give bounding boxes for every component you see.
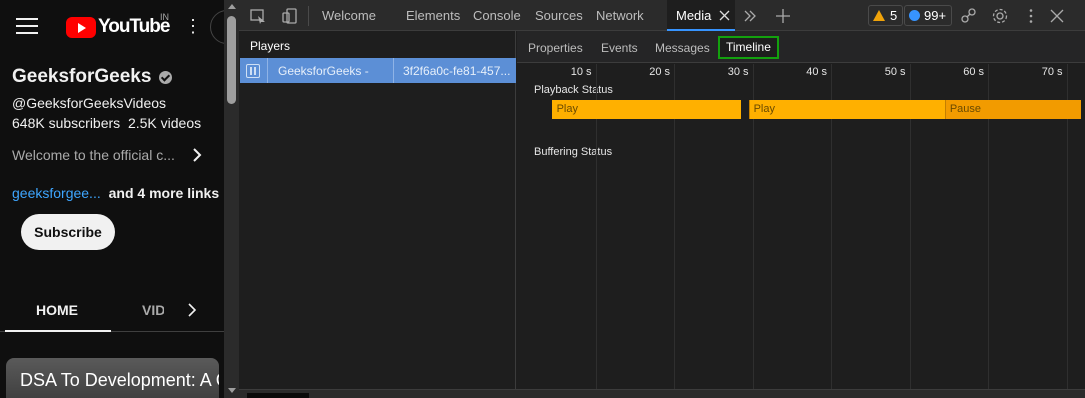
youtube-topbar: YouTube IN ⋮: [0, 0, 224, 54]
tab-network[interactable]: Network: [596, 0, 644, 31]
warning-icon: [873, 10, 885, 21]
segment-divider: [944, 100, 946, 119]
chevron-right-icon[interactable]: [186, 302, 198, 318]
messages-badge[interactable]: 99+: [904, 5, 953, 26]
row-label-buffering: Buffering Status: [534, 146, 613, 158]
active-tab-indicator: [5, 330, 111, 332]
subscribe-button[interactable]: Subscribe: [21, 214, 115, 250]
player-row[interactable]: GeeksforGeeks - 3f2f6a0c-fe81-457...: [240, 58, 516, 83]
verified-icon: [159, 70, 173, 84]
timeline-tick-label: 40 s: [806, 66, 827, 78]
column-separator: [267, 58, 268, 83]
playback-segment-play[interactable]: Play: [748, 100, 945, 119]
region-code: IN: [160, 12, 169, 22]
segment-divider: [748, 100, 750, 119]
more-options-icon[interactable]: [1022, 7, 1040, 25]
youtube-logo-text: YouTube: [98, 16, 170, 37]
gear-icon[interactable]: [991, 7, 1009, 25]
tab-videos[interactable]: VIDEOS: [142, 302, 164, 318]
scrollbar-thumb[interactable]: [247, 393, 309, 398]
video-card-title: DSA To Development: A C: [20, 370, 219, 390]
channel-name: GeeksforGeeks: [12, 66, 173, 88]
timeline-tick-label: 20 s: [649, 66, 670, 78]
warnings-badge[interactable]: 5: [868, 5, 904, 26]
channel-link[interactable]: geeksforgee...: [12, 185, 101, 201]
scroll-up-icon[interactable]: [228, 4, 236, 9]
inspect-element-icon[interactable]: [249, 7, 267, 25]
youtube-logo[interactable]: YouTube: [66, 14, 170, 40]
add-tab-icon[interactable]: [774, 7, 792, 25]
channel-name-text: GeeksforGeeks: [12, 66, 152, 87]
channel-description[interactable]: Welcome to the official c...: [12, 147, 180, 163]
channel-stats: 648K subscribers 2.5K videos: [12, 115, 201, 131]
video-card[interactable]: DSA To Development: A C: [6, 358, 219, 398]
players-panel: Players GeeksforGeeks - 3f2f6a0c-fe81-45…: [239, 31, 516, 398]
devtools-pane: Welcome Elements Console Sources Network…: [239, 0, 1085, 398]
player-id: 3f2f6a0c-fe81-457...: [403, 64, 511, 78]
tab-sources[interactable]: Sources: [535, 0, 583, 31]
timeline: Playback Status Buffering Status 10 s 20 …: [517, 64, 1085, 398]
separator: [308, 6, 309, 26]
horizontal-scrollbar[interactable]: [239, 389, 1085, 398]
message-icon: [909, 10, 920, 21]
subtab-properties[interactable]: Properties: [528, 41, 583, 55]
close-devtools-icon[interactable]: [1048, 7, 1066, 25]
row-label-playback: Playback Status: [534, 84, 613, 96]
tab-home[interactable]: HOME: [36, 302, 78, 318]
media-subtabs: Properties Events Messages Timeline: [517, 31, 1085, 63]
players-title: Players: [250, 39, 291, 53]
timeline-tick-label: 30 s: [727, 66, 749, 78]
subtab-events[interactable]: Events: [601, 41, 638, 55]
tab-welcome[interactable]: Welcome: [322, 0, 376, 31]
channel-links: geeksforgee... and 4 more links: [12, 185, 219, 201]
account-button[interactable]: [210, 10, 224, 44]
messages-count: 99+: [924, 8, 947, 23]
more-options-icon[interactable]: ⋮: [184, 16, 202, 36]
media-main: Properties Events Messages Timeline Play…: [517, 31, 1085, 398]
playback-segment-pause[interactable]: Pause: [944, 100, 1081, 119]
pause-icon: [246, 64, 260, 78]
video-count: 2.5K videos: [127, 115, 202, 131]
page-scrollbar[interactable]: [224, 0, 239, 398]
tab-console[interactable]: Console: [473, 0, 521, 31]
menu-icon[interactable]: [16, 18, 38, 34]
playback-segment-play[interactable]: Play: [551, 100, 741, 119]
tab-elements[interactable]: Elements: [406, 0, 460, 31]
timeline-tick-label: 50 s: [884, 66, 906, 78]
subtab-timeline[interactable]: Timeline: [718, 36, 779, 59]
close-tab-icon[interactable]: [718, 9, 731, 22]
tab-media-label: Media: [676, 8, 712, 23]
youtube-play-icon: [66, 16, 96, 38]
channel-handle: @GeeksforGeeksVideos: [12, 95, 167, 111]
warnings-count: 5: [890, 8, 898, 23]
channel-tabs: HOME VIDEOS: [0, 290, 224, 332]
more-links[interactable]: and 4 more links: [109, 185, 219, 201]
player-name: GeeksforGeeks -: [278, 64, 369, 78]
scrollbar-thumb[interactable]: [227, 16, 236, 104]
timeline-tick-label: 70 s: [1041, 66, 1063, 78]
subscriber-count: 648K subscribers: [12, 115, 121, 131]
timeline-tick-label: 10 s: [570, 66, 592, 78]
chevron-right-icon[interactable]: [190, 146, 204, 164]
subtab-messages[interactable]: Messages: [655, 41, 710, 55]
device-emulation-icon[interactable]: [281, 7, 299, 25]
column-separator: [393, 58, 394, 83]
screen: YouTube IN ⋮ GeeksforGeeks @GeeksforGeek…: [0, 0, 1085, 398]
scroll-down-icon[interactable]: [228, 388, 236, 393]
more-tabs-icon[interactable]: [741, 7, 759, 25]
devtools-tabbar: Welcome Elements Console Sources Network…: [239, 0, 1085, 31]
youtube-pane: YouTube IN ⋮ GeeksforGeeks @GeeksforGeek…: [0, 0, 224, 398]
connect-icon[interactable]: [960, 7, 978, 25]
timeline-tick-label: 60 s: [963, 66, 984, 78]
